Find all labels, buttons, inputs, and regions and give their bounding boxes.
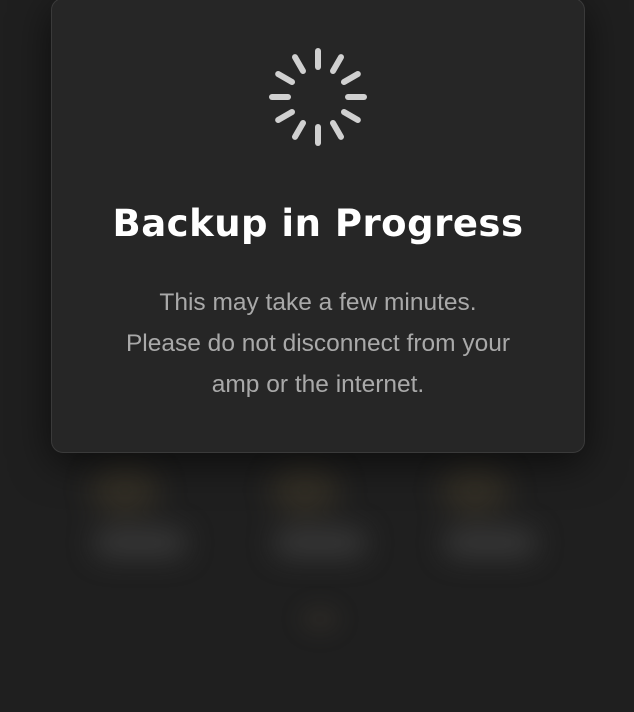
blurred-indicator (300, 605, 340, 633)
blurred-background-content (60, 455, 574, 595)
spinner-spoke (275, 109, 296, 123)
modal-message: This may take a few minutes. Please do n… (82, 282, 554, 405)
blurred-tile (410, 455, 560, 585)
app-screen: Backup in Progress This may take a few m… (0, 0, 634, 712)
spinner-spoke (292, 54, 306, 75)
spinner-spoke (292, 119, 306, 140)
blurred-tile (60, 455, 210, 585)
blurred-tile (240, 455, 390, 585)
message-line: This may take a few minutes. (159, 289, 477, 316)
spinner-spoke (330, 119, 344, 140)
spinner-spoke (340, 109, 361, 123)
spinner-spoke (275, 71, 296, 85)
spinner-spoke (340, 71, 361, 85)
backup-progress-modal: Backup in Progress This may take a few m… (51, 0, 585, 453)
message-line: Please do not disconnect from your (125, 330, 511, 357)
loading-spinner-icon (269, 48, 367, 146)
message-line: amp or the internet. (211, 371, 425, 398)
spinner-spoke (330, 54, 344, 75)
modal-title: Backup in Progress (112, 202, 524, 245)
